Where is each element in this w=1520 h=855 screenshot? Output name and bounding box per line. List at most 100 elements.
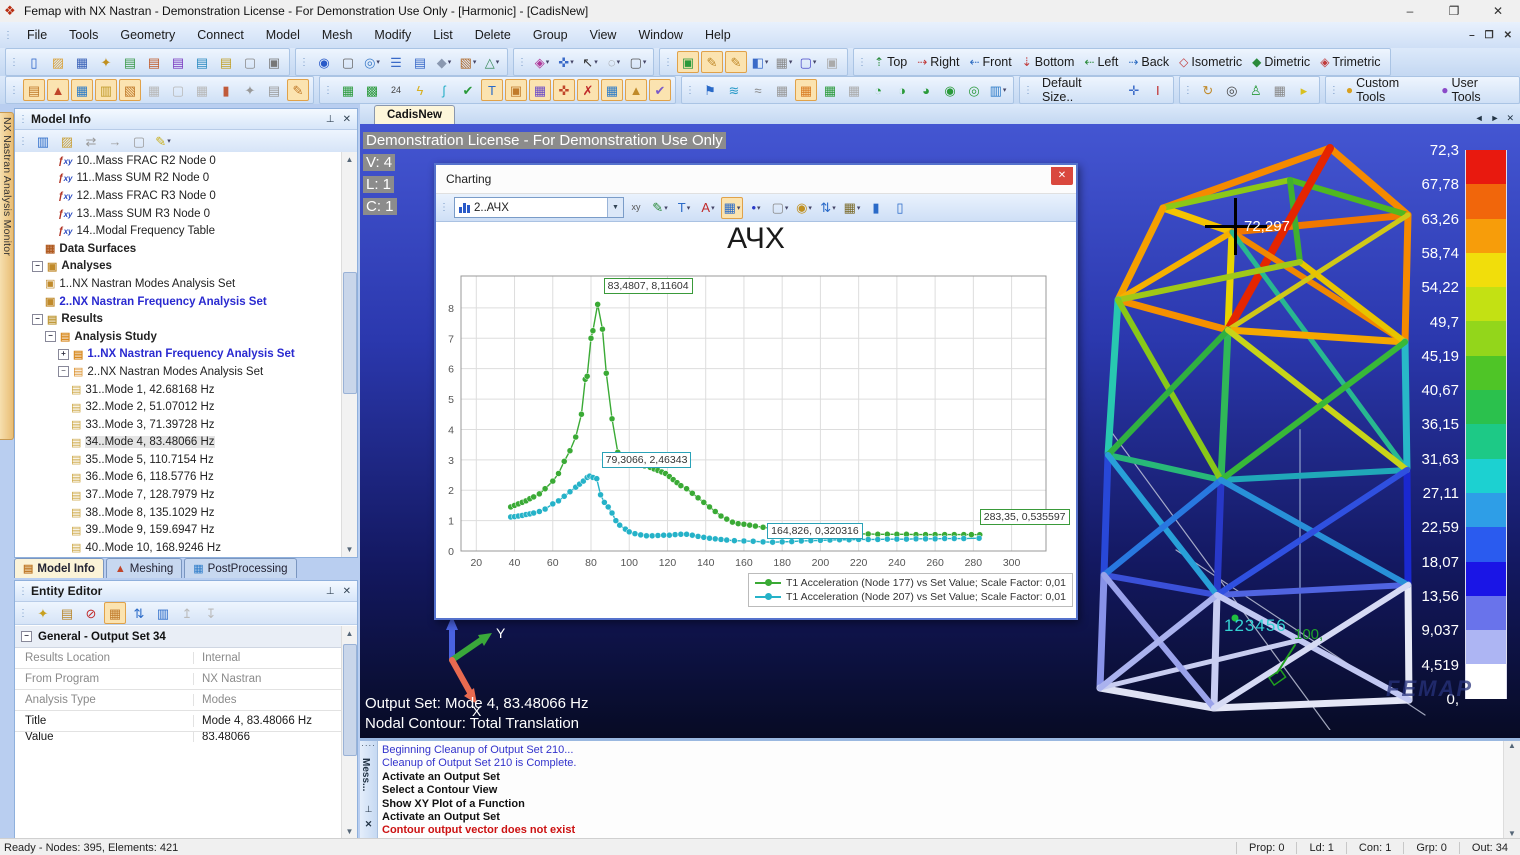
check-icon[interactable]: ✔	[649, 79, 671, 101]
tree-item[interactable]: ▤ 39..Mode 9, 159.6947 Hz	[15, 521, 342, 539]
contour-gray-icon[interactable]: ▦	[843, 79, 865, 101]
import-results-icon[interactable]: ▤	[167, 51, 189, 73]
animate-5-icon[interactable]: ◎	[963, 79, 985, 101]
custom-tools-button[interactable]: ● Custom Tools	[1342, 74, 1437, 106]
select-box-icon[interactable]: ▢	[337, 51, 359, 73]
magnify-icon[interactable]: ◎	[1221, 79, 1243, 101]
contour-grid-icon[interactable]: ▦	[771, 79, 793, 101]
pointer-icon[interactable]: ↖ ▾	[579, 51, 601, 73]
annotation-icon[interactable]: ▢ ▾	[769, 197, 791, 219]
pin-icon[interactable]: ⊥	[326, 586, 335, 597]
resize-icon[interactable]: ✛	[1123, 79, 1145, 101]
delete-x-icon[interactable]: ✗	[577, 79, 599, 101]
tree-item[interactable]: ▣ 2..NX Nastran Frequency Analysis Set	[15, 293, 342, 311]
contour-green-icon[interactable]: ▦	[819, 79, 841, 101]
display-options-icon[interactable]: ▢ ▾	[627, 51, 649, 73]
menu-file[interactable]: File	[16, 24, 58, 46]
view-front-button[interactable]: ⇠ Front	[965, 53, 1017, 71]
tree-item[interactable]: − ▤ Results	[15, 310, 342, 328]
axis-titles-icon[interactable]: T ▾	[673, 197, 695, 219]
scroll-down-icon[interactable]: ▼	[342, 542, 357, 557]
menu-group[interactable]: Group	[522, 24, 579, 46]
menu-window[interactable]: Window	[627, 24, 693, 46]
close-icon[interactable]: ✕	[360, 819, 377, 830]
thermal-pane-icon[interactable]: ▮	[215, 79, 237, 101]
menu-help[interactable]: Help	[694, 24, 742, 46]
send-arrow-icon[interactable]: →	[104, 130, 126, 152]
tree-item[interactable]: ▤ 31..Mode 1, 42.68168 Hz	[15, 381, 342, 399]
property-row[interactable]: Analysis Type Modes	[15, 690, 342, 711]
expand-icon[interactable]: +	[58, 348, 69, 360]
scroll-down-icon[interactable]: ▼	[342, 824, 357, 839]
charting-title-bar[interactable]: Charting ✕	[436, 165, 1076, 194]
menu-view[interactable]: View	[579, 24, 628, 46]
node-move-icon[interactable]: ✜	[553, 79, 575, 101]
messages-strip[interactable]: ···· Mess... ⊥ ✕	[360, 741, 378, 838]
push-down-icon[interactable]: ↧	[200, 602, 222, 624]
xy-plot[interactable]: 20 40 60 80 100 120 140 160 180 200 220 240 260 280 30…	[436, 266, 1071, 581]
model-info-tree[interactable]: ƒxy 10..Mass FRAC R2 Node 0 ƒxy 11..Mass SU…	[15, 152, 342, 557]
collapse-icon[interactable]: −	[32, 260, 43, 272]
chevron-down-icon[interactable]: ▼	[607, 198, 623, 217]
cone-plot-icon[interactable]: ▲	[625, 79, 647, 101]
entity-list-icon[interactable]: ☰	[385, 51, 407, 73]
mdi-minimize-button[interactable]: –	[1469, 30, 1475, 41]
scroll-up-icon[interactable]: ▲	[342, 626, 357, 641]
tree-item[interactable]: ▤ 36..Mode 6, 118.5776 Hz	[15, 469, 342, 487]
layup-pane-icon[interactable]: ▦	[143, 79, 165, 101]
charting-window[interactable]: Charting ✕ ⋮ 2..АЧХ ▼ xy ✎ ▾ T ▾ A ▾ ▦ ▾ • ▾ ▢ ▾ ◉ ▾ ⇅ ▾…	[434, 163, 1078, 620]
tree-select-icon[interactable]: ▥	[32, 130, 54, 152]
animate-4-icon[interactable]: ◉	[939, 79, 961, 101]
collapse-icon[interactable]: −	[32, 313, 43, 325]
paste-icon[interactable]: ▤	[56, 602, 78, 624]
circle-select-icon[interactable]: ◌ ▾	[603, 51, 625, 73]
rotate-view-icon[interactable]: ◉	[313, 51, 335, 73]
element-edit-icon[interactable]: ▦	[529, 79, 551, 101]
close-button[interactable]: ✕	[1476, 4, 1520, 18]
save-icon[interactable]: ▦	[71, 51, 93, 73]
menu-delete[interactable]: Delete	[464, 24, 522, 46]
property-row[interactable]: Results Location Internal	[15, 648, 342, 669]
view-trimetric-button[interactable]: ◈ Trimetric	[1316, 53, 1386, 71]
close-icon[interactable]: ✕	[343, 586, 351, 597]
import-analysis-icon[interactable]: ▤	[143, 51, 165, 73]
color-options-icon[interactable]: ◉ ▾	[793, 197, 815, 219]
criteria-icon[interactable]: ▥ ▾	[987, 79, 1009, 101]
tree-item[interactable]: ▤ 38..Mode 8, 135.1029 Hz	[15, 504, 342, 522]
measure-icon[interactable]: △ ▾	[481, 51, 503, 73]
mdi-restore-button[interactable]: ❐	[1485, 30, 1494, 41]
menu-model[interactable]: Model	[255, 24, 311, 46]
beam-section-icon[interactable]: I	[1147, 79, 1169, 101]
tab-scroll-left-icon[interactable]: ◄	[1475, 113, 1484, 124]
model-info-pane-icon[interactable]: ▤	[23, 79, 45, 101]
messages-scrollbar[interactable]: ▲ ▼	[1503, 741, 1520, 838]
close-icon[interactable]: ✕	[1051, 167, 1073, 185]
node-ids-icon[interactable]: 24	[385, 79, 407, 101]
tree-item[interactable]: ▣ 1..NX Nastran Modes Analysis Set	[15, 275, 342, 293]
collapse-icon[interactable]: −	[21, 631, 32, 642]
refine-grid-icon[interactable]: ▦	[601, 79, 623, 101]
pan-rotate-icon[interactable]: ◈ ▾	[531, 51, 553, 73]
property-row[interactable]: Value 83.48066	[15, 732, 342, 742]
animate-3-icon[interactable]: ◕	[915, 79, 937, 101]
element-box-icon[interactable]: ▣	[505, 79, 527, 101]
table-pane-icon[interactable]: ▦	[191, 79, 213, 101]
nx-nastran-analysis-monitor-tab[interactable]: NX Nastran Analysis Monitor	[0, 112, 14, 440]
form-view-icon[interactable]: ▥	[152, 602, 174, 624]
new-file-icon[interactable]: ▯	[23, 51, 45, 73]
sync-icon[interactable]: ⇄	[80, 130, 102, 152]
animate-1-icon[interactable]: ◔	[867, 79, 889, 101]
tab-cadisnew[interactable]: CadisNew	[374, 105, 455, 124]
tree-item[interactable]: ▤ 37..Mode 7, 128.7979 Hz	[15, 486, 342, 504]
deform-off-icon[interactable]: ≈	[747, 79, 769, 101]
tree-item[interactable]: ▤ 35..Mode 5, 110.7154 Hz	[15, 451, 342, 469]
node-tool-icon[interactable]: T	[481, 79, 503, 101]
quality-shield-icon[interactable]: ✔	[457, 79, 479, 101]
person-pane-icon[interactable]: ✦	[239, 79, 261, 101]
messages-pane[interactable]: ···· Mess... ⊥ ✕ Beginning Cleanup of Ou…	[360, 738, 1520, 841]
tree-item[interactable]: ƒxy 14..Modal Frequency Table	[15, 222, 342, 240]
collapse-icon[interactable]: −	[45, 331, 56, 343]
view-right-button[interactable]: ⇢ Right	[913, 53, 965, 71]
mesh-clear-icon[interactable]: ▩	[361, 79, 383, 101]
print-icon[interactable]: ▣	[263, 51, 285, 73]
